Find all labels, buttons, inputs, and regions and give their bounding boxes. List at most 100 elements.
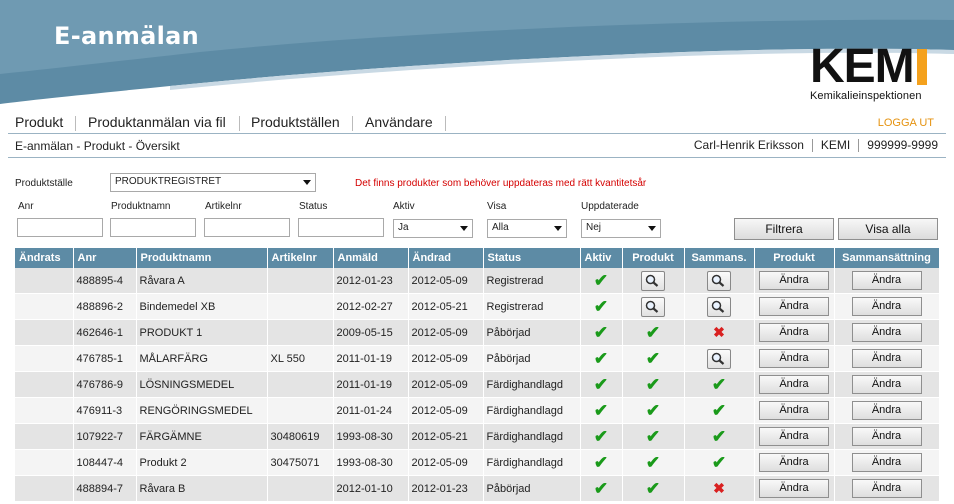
chevron-down-icon xyxy=(303,180,311,185)
aktiv-check-icon: ✔ xyxy=(593,453,609,472)
edit-composition-button[interactable]: Ändra xyxy=(851,401,922,420)
produkt-check-icon: ✔ xyxy=(645,453,661,472)
edit-product-button[interactable]: Ändra xyxy=(759,427,829,446)
cell-sammansattning-edit: Ändra xyxy=(834,449,940,476)
edit-composition-button[interactable]: Ändra xyxy=(851,427,922,446)
cell-andrad: 2012-01-23 xyxy=(408,475,484,502)
cell-status: Färdighandlagd xyxy=(483,449,581,476)
table-row: 488895-4 Råvara A 2012-01-23 2012-05-09 Regi… xyxy=(15,268,940,294)
cell-andrad: 2012-05-21 xyxy=(408,293,484,320)
produkt-search-icon[interactable] xyxy=(641,270,665,291)
anr-input[interactable] xyxy=(17,218,103,237)
cell-produkt xyxy=(622,293,685,320)
cell-produktnamn: Produkt 2 xyxy=(136,449,268,476)
edit-composition-button[interactable]: Ändra xyxy=(851,271,922,290)
column-header-produkt[interactable]: Produkt xyxy=(622,248,685,268)
edit-composition-button[interactable]: Ändra xyxy=(851,297,922,316)
status-label: Status xyxy=(299,201,328,212)
sammans-check-icon: ✔ xyxy=(711,375,727,394)
visa-select[interactable]: Alla xyxy=(487,219,567,238)
edit-product-button[interactable]: Ändra xyxy=(759,323,829,342)
cell-andrats xyxy=(15,397,74,424)
column-header-sammans[interactable]: Sammans. xyxy=(684,248,755,268)
cell-sammansattning-edit: Ändra xyxy=(834,423,940,450)
cell-sammansattning-edit: Ändra xyxy=(834,475,940,502)
show-all-button[interactable]: Visa alla xyxy=(838,218,938,240)
cell-andrats xyxy=(15,475,74,502)
cell-andrats xyxy=(15,423,74,450)
cell-produkt-edit: Ändra xyxy=(754,293,835,320)
nav-item-produktanmalan-via-fil[interactable]: Produktanmälan via fil xyxy=(88,114,226,130)
cell-produktnamn: FÄRGÄMNE xyxy=(136,423,268,450)
user-org: KEMI xyxy=(820,138,851,152)
chevron-down-icon xyxy=(460,226,468,231)
uppdaterade-select[interactable]: Nej xyxy=(581,219,661,238)
edit-composition-button[interactable]: Ändra xyxy=(851,375,922,394)
visa-label: Visa xyxy=(487,201,507,212)
table-row: 476786-9 LÖSNINGSMEDEL 2011-01-19 2012-05-0… xyxy=(15,371,940,398)
edit-composition-button[interactable]: Ändra xyxy=(851,453,922,472)
cell-sammansattning-edit: Ändra xyxy=(834,293,940,320)
produktstalle-label: Produktställe xyxy=(15,178,73,189)
aktiv-select[interactable]: Ja xyxy=(393,219,473,238)
cell-produkt-edit: Ändra xyxy=(754,397,835,424)
edit-composition-button[interactable]: Ändra xyxy=(851,349,922,368)
cell-status: Färdighandlagd xyxy=(483,397,581,424)
cell-andrats xyxy=(15,345,74,372)
column-header-anr[interactable]: Anr xyxy=(73,248,137,268)
column-header-aktiv[interactable]: Aktiv xyxy=(580,248,623,268)
column-header-artikelnr[interactable]: Artikelnr xyxy=(267,248,334,268)
table-row: 108447-4 Produkt 2 30475071 1993-08-30 2012-… xyxy=(15,449,940,476)
logout-link[interactable]: LOGGA UT xyxy=(878,117,934,129)
produktnamn-input[interactable] xyxy=(110,218,196,237)
cell-anr: 488896-2 xyxy=(73,293,137,320)
produkt-search-icon[interactable] xyxy=(641,296,665,317)
sammans-search-icon[interactable] xyxy=(707,348,731,369)
cell-produkt: ✔ xyxy=(622,371,685,398)
column-header-andrad[interactable]: Ändrad xyxy=(408,248,484,268)
cell-andrad: 2012-05-09 xyxy=(408,345,484,372)
nav-item-produkt[interactable]: Produkt xyxy=(15,114,63,130)
edit-product-button[interactable]: Ändra xyxy=(759,349,829,368)
cell-sammans xyxy=(684,268,755,294)
sammans-search-icon[interactable] xyxy=(707,296,731,317)
column-header-andrats[interactable]: Ändrats xyxy=(15,248,74,268)
edit-product-button[interactable]: Ändra xyxy=(759,401,829,420)
column-header-status[interactable]: Status xyxy=(483,248,581,268)
app-title: E-anmälan xyxy=(54,22,200,50)
sammans-search-icon[interactable] xyxy=(707,270,731,291)
edit-product-button[interactable]: Ändra xyxy=(759,479,829,498)
cell-anmald: 2011-01-19 xyxy=(333,345,409,372)
edit-product-button[interactable]: Ändra xyxy=(759,453,829,472)
column-header-produktnamn[interactable]: Produktnamn xyxy=(136,248,268,268)
cell-andrad: 2012-05-21 xyxy=(408,423,484,450)
nav-item-produktstallen[interactable]: Produktställen xyxy=(251,114,340,130)
edit-composition-button[interactable]: Ändra xyxy=(851,323,922,342)
cell-aktiv: ✔ xyxy=(580,293,623,320)
status-input[interactable] xyxy=(298,218,384,237)
chevron-down-icon xyxy=(648,226,656,231)
column-header-anmald[interactable]: Anmäld xyxy=(333,248,409,268)
edit-product-button[interactable]: Ändra xyxy=(759,297,829,316)
edit-product-button[interactable]: Ändra xyxy=(759,375,829,394)
table-row: 462646-1 PRODUKT 1 2009-05-15 2012-05-09 Påb… xyxy=(15,319,940,346)
produktstalle-select[interactable]: PRODUKTREGISTRET xyxy=(110,173,316,192)
cell-artikelnr xyxy=(267,475,334,502)
cell-anr: 476911-3 xyxy=(73,397,137,424)
artikelnr-input[interactable] xyxy=(204,218,290,237)
cell-produktnamn: Råvara B xyxy=(136,475,268,502)
nav-item-anvandare[interactable]: Användare xyxy=(365,114,433,130)
cell-aktiv: ✔ xyxy=(580,268,623,294)
edit-product-button[interactable]: Ändra xyxy=(759,271,829,290)
cell-aktiv: ✔ xyxy=(580,319,623,346)
produktstalle-select-value: PRODUKTREGISTRET xyxy=(115,176,222,187)
filter-button[interactable]: Filtrera xyxy=(734,218,834,240)
produkt-check-icon: ✔ xyxy=(645,349,661,368)
produkt-check-icon: ✔ xyxy=(645,479,661,498)
cell-produktnamn: Bindemedel XB xyxy=(136,293,268,320)
cell-anr: 107922-7 xyxy=(73,423,137,450)
user-info-divider xyxy=(811,138,813,152)
cell-anr: 488895-4 xyxy=(73,268,137,294)
edit-composition-button[interactable]: Ändra xyxy=(851,479,922,498)
aktiv-check-icon: ✔ xyxy=(593,323,609,342)
